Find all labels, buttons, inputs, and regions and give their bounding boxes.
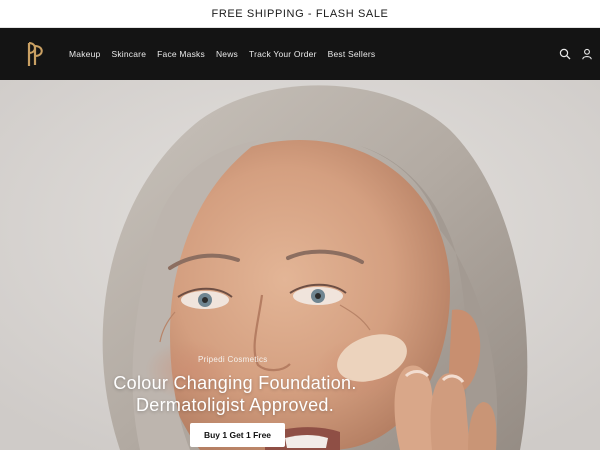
site-header: Makeup Skincare Face Masks News Track Yo… (0, 28, 600, 80)
nav-item-face-masks[interactable]: Face Masks (157, 49, 205, 59)
nav-item-best-sellers[interactable]: Best Sellers (328, 49, 376, 59)
nav-item-track-your-order[interactable]: Track Your Order (249, 49, 317, 59)
buy-one-get-one-button[interactable]: Buy 1 Get 1 Free (190, 423, 285, 447)
hero-banner[interactable]: Pripedi Cosmetics Colour Changing Founda… (0, 80, 600, 450)
hero-heading-line-2: Dermatoligist Approved. (136, 395, 334, 415)
search-icon[interactable] (558, 47, 572, 61)
hero-eyebrow: Pripedi Cosmetics (198, 355, 268, 364)
main-nav: Makeup Skincare Face Masks News Track Yo… (69, 28, 386, 80)
nav-item-makeup[interactable]: Makeup (69, 49, 100, 59)
header-icons (550, 28, 594, 80)
announcement-text: FREE SHIPPING - FLASH SALE (211, 7, 389, 20)
pp-monogram-logo[interactable] (24, 39, 50, 69)
nav-item-skincare[interactable]: Skincare (111, 49, 146, 59)
nav-item-news[interactable]: News (216, 49, 238, 59)
account-icon[interactable] (580, 47, 594, 61)
announcement-bar: FREE SHIPPING - FLASH SALE (0, 0, 600, 28)
hero-heading-line-1: Colour Changing Foundation. (113, 373, 357, 393)
hero-heading: Colour Changing Foundation. Dermatoligis… (72, 372, 398, 416)
